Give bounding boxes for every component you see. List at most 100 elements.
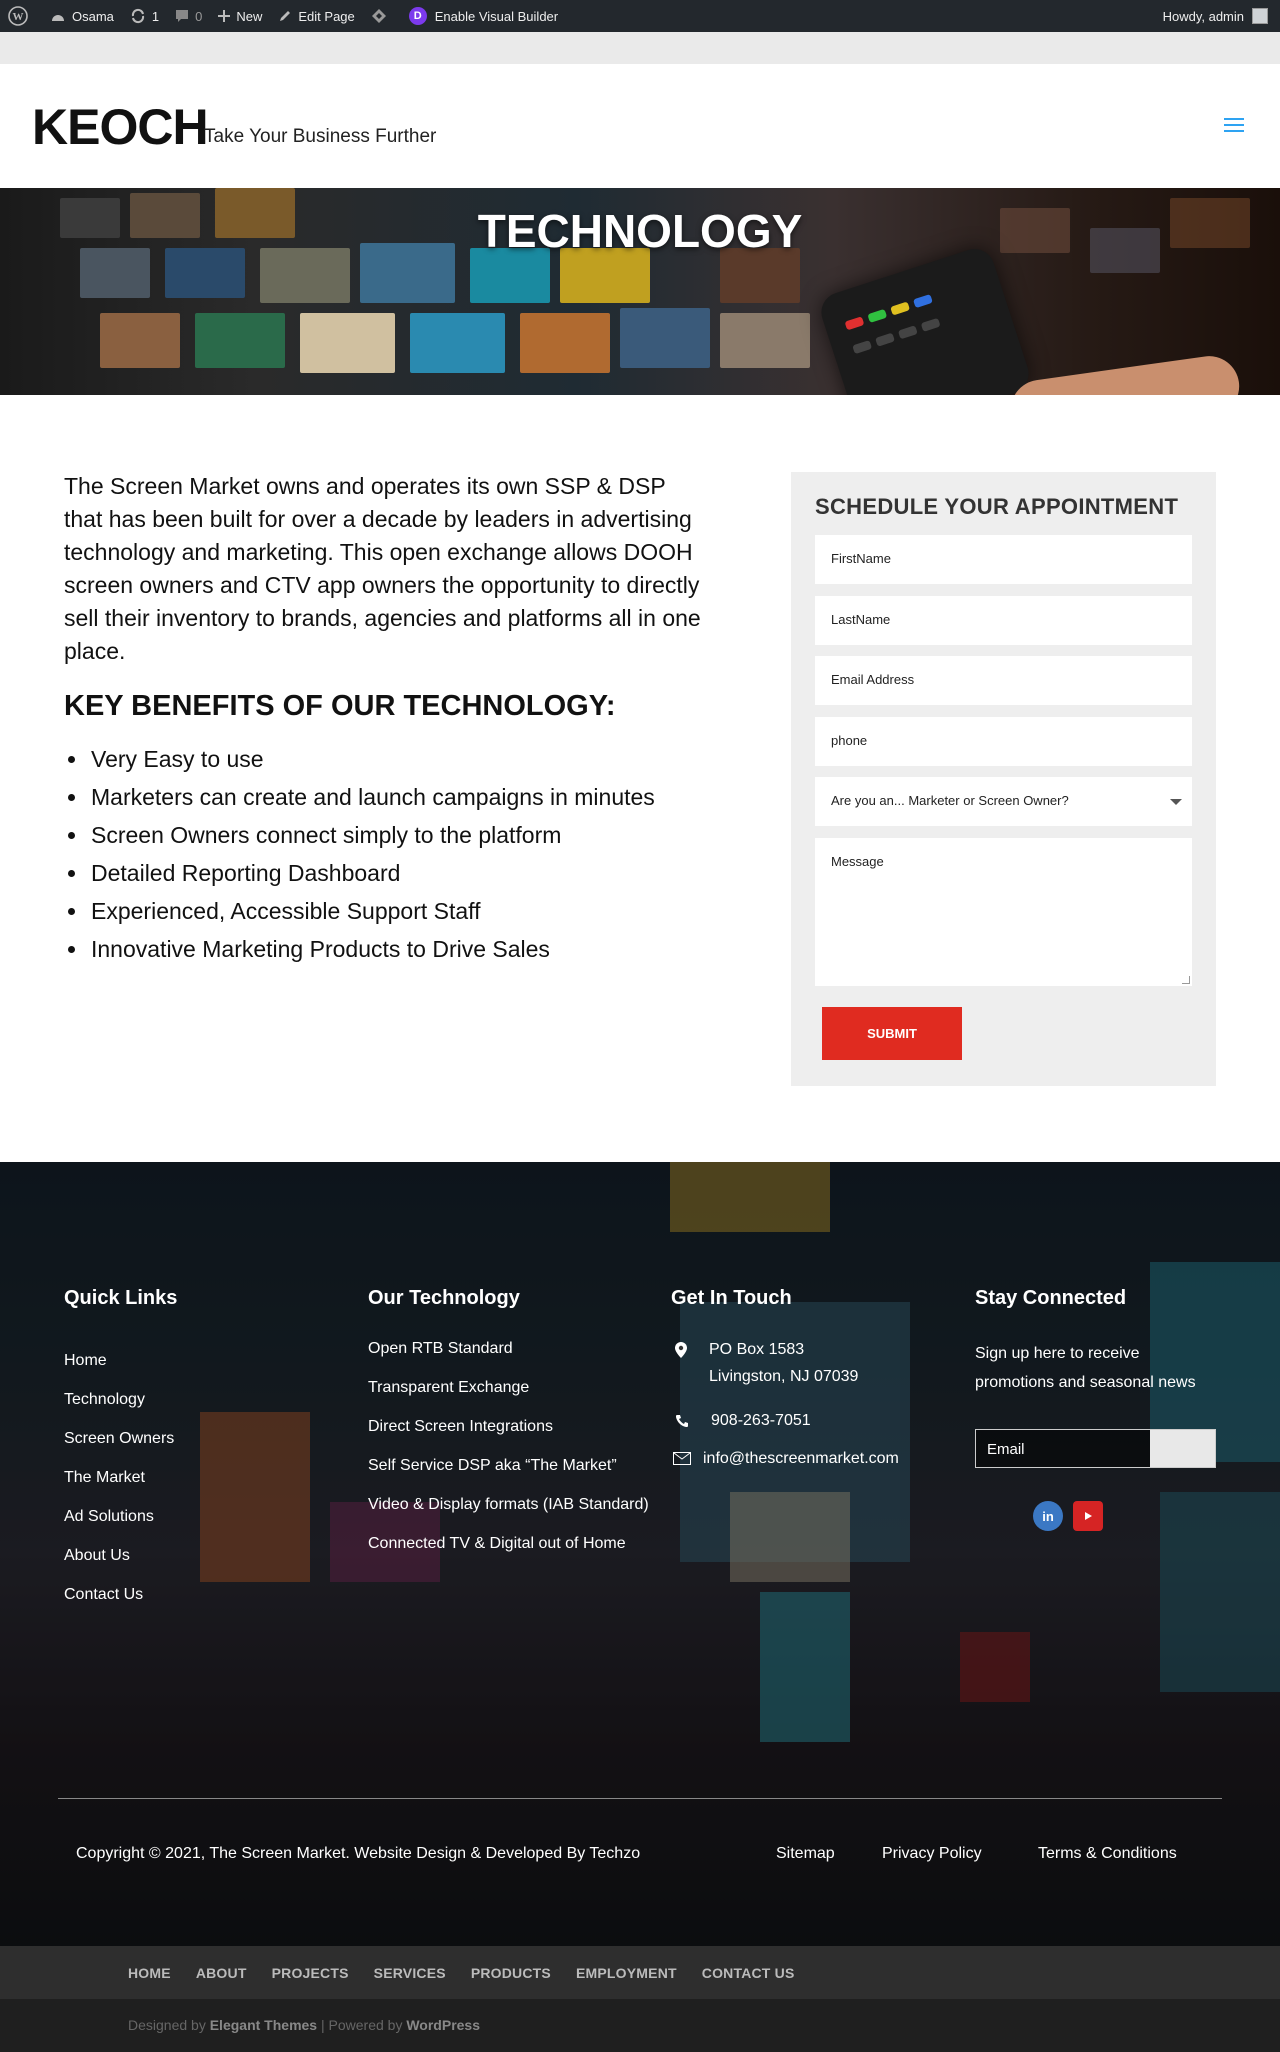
email-contact[interactable]: info@thescreenmarket.com — [673, 1450, 899, 1468]
phone-contact[interactable]: 908-263-7051 — [675, 1412, 811, 1430]
map-pin-icon — [675, 1342, 687, 1358]
greeting: Howdy, admin — [1162, 8, 1244, 24]
resize-handle-icon[interactable] — [1182, 976, 1190, 984]
refresh-icon — [131, 8, 144, 24]
email-placeholder: Email — [987, 1441, 1025, 1458]
linkedin-icon[interactable]: in — [1033, 1501, 1063, 1531]
site-header: KEOCH Take Your Business Further — [0, 64, 1280, 188]
site-name-link[interactable]: Osama — [42, 0, 122, 32]
sitemap-link[interactable]: Sitemap — [776, 1845, 835, 1863]
footer-link-self-service-dsp[interactable]: Self Service DSP aka “The Market” — [368, 1457, 617, 1475]
admin-bar: W Osama 1 0 New Edit Page D Enable Visua… — [0, 0, 1280, 32]
chevron-down-icon — [1170, 799, 1182, 805]
hero-banner: TECHNOLOGY — [0, 188, 1280, 395]
bottom-nav-products[interactable]: PRODUCTS — [471, 1965, 551, 1981]
diamond-icon — [371, 9, 386, 23]
signup-text: Sign up here to receive promotions and s… — [975, 1339, 1196, 1397]
signup-line1: Sign up here to receive — [975, 1345, 1140, 1362]
intro-paragraph: The Screen Market owns and operates its … — [64, 473, 701, 664]
benefits-list: Very Easy to use Marketers can create an… — [64, 740, 664, 968]
first-name-field[interactable]: FirstName — [815, 535, 1192, 584]
phone-number: 908-263-7051 — [711, 1412, 811, 1429]
site-name: Osama — [72, 8, 114, 24]
quick-links-title: Quick Links — [64, 1287, 178, 1309]
comments-count: 0 — [195, 8, 203, 24]
theme-credits: Designed by Elegant Themes | Powered by … — [0, 1999, 1280, 2052]
phone-field[interactable]: phone — [815, 717, 1192, 766]
new-label: New — [236, 8, 263, 24]
footer-link-video-display[interactable]: Video & Display formats (IAB Standard) — [368, 1496, 649, 1514]
bottom-nav-home[interactable]: HOME — [128, 1965, 171, 1981]
footer-link-technology[interactable]: Technology — [64, 1391, 145, 1409]
new-content-link[interactable]: New — [210, 0, 270, 32]
bottom-nav-services[interactable]: SERVICES — [374, 1965, 446, 1981]
message-placeholder: Message — [831, 854, 884, 869]
role-select-value: Are you an... Marketer or Screen Owner? — [831, 793, 1069, 808]
designed-by: Designed by — [128, 2017, 206, 2033]
privacy-policy-link[interactable]: Privacy Policy — [882, 1845, 982, 1863]
wordpress-logo-icon[interactable]: W — [0, 0, 42, 32]
diamond-menu[interactable] — [363, 0, 401, 32]
account-menu[interactable]: Howdy, admin — [1163, 8, 1280, 24]
list-item: Very Easy to use — [64, 740, 664, 778]
address-line1: PO Box 1583 — [709, 1341, 805, 1358]
updates-count: 1 — [151, 8, 160, 24]
email-field[interactable]: Email Address — [815, 656, 1192, 705]
updates-link[interactable]: 1 — [122, 0, 167, 32]
newsletter-email-input[interactable]: Email — [975, 1429, 1216, 1468]
list-item: Marketers can create and launch campaign… — [64, 778, 664, 816]
bottom-nav-contact-us[interactable]: CONTACT US — [702, 1965, 795, 1981]
wordpress-link[interactable]: WordPress — [406, 2017, 480, 2033]
copyright: Copyright © 2021, The Screen Market. Web… — [76, 1845, 641, 1862]
divi-icon: D — [408, 7, 427, 25]
menu-icon[interactable] — [1224, 118, 1244, 133]
visual-builder-link[interactable]: D Enable Visual Builder — [401, 0, 566, 32]
footer-link-screen-owners[interactable]: Screen Owners — [64, 1430, 174, 1448]
footer-divider — [58, 1798, 1222, 1799]
bottom-nav-projects[interactable]: PROJECTS — [272, 1965, 349, 1981]
plus-icon — [218, 10, 231, 22]
address-line2: Livingston, NJ 07039 — [709, 1368, 859, 1385]
list-item: Experienced, Accessible Support Staff — [64, 892, 664, 930]
technology-title: Our Technology — [368, 1287, 520, 1309]
list-item: Detailed Reporting Dashboard — [64, 854, 664, 892]
page-title: TECHNOLOGY — [477, 205, 803, 257]
remote-control-image — [816, 243, 1034, 395]
bottom-nav-about[interactable]: ABOUT — [196, 1965, 247, 1981]
footer-link-contact-us[interactable]: Contact Us — [64, 1586, 143, 1604]
stay-connected-title: Stay Connected — [975, 1287, 1127, 1309]
email-address: info@thescreenmarket.com — [703, 1450, 899, 1467]
footer-link-connected-tv[interactable]: Connected TV & Digital out of Home — [368, 1535, 626, 1553]
terms-link[interactable]: Terms & Conditions — [1038, 1845, 1177, 1863]
youtube-icon[interactable] — [1073, 1501, 1103, 1531]
footer-link-transparent-exchange[interactable]: Transparent Exchange — [368, 1379, 529, 1397]
footer-link-home[interactable]: Home — [64, 1352, 107, 1370]
list-item: Innovative Marketing Products to Drive S… — [64, 930, 664, 968]
footer-link-about-us[interactable]: About Us — [64, 1547, 130, 1565]
submit-button[interactable]: SUBMIT — [822, 1007, 962, 1060]
edit-page-link[interactable]: Edit Page — [270, 0, 362, 32]
elegant-themes-link[interactable]: Elegant Themes — [210, 2017, 317, 2033]
visual-builder-label: Enable Visual Builder — [434, 8, 559, 24]
role-select[interactable]: Are you an... Marketer or Screen Owner? — [815, 777, 1192, 826]
comments-link[interactable]: 0 — [167, 0, 210, 32]
footer-link-open-rtb[interactable]: Open RTB Standard — [368, 1340, 513, 1358]
footer-link-the-market[interactable]: The Market — [64, 1469, 145, 1487]
site-tagline: Take Your Business Further — [204, 126, 437, 147]
top-spacer — [0, 32, 1280, 64]
benefits-heading: KEY BENEFITS OF OUR TECHNOLOGY: — [64, 690, 616, 722]
bottom-nav-employment[interactable]: EMPLOYMENT — [576, 1965, 677, 1981]
footer-link-ad-solutions[interactable]: Ad Solutions — [64, 1508, 154, 1526]
avatar — [1252, 8, 1268, 24]
powered-by: | Powered by — [320, 2017, 403, 2033]
footer-link-direct-screen[interactable]: Direct Screen Integrations — [368, 1418, 553, 1436]
site-footer: Quick Links Home Technology Screen Owner… — [0, 1162, 1280, 1946]
newsletter-submit-button[interactable] — [1150, 1430, 1215, 1467]
hand-image — [1006, 352, 1244, 395]
signup-line2: promotions and seasonal news — [975, 1374, 1196, 1391]
comment-icon — [176, 10, 189, 22]
dashboard-icon — [52, 15, 64, 21]
last-name-field[interactable]: LastName — [815, 596, 1192, 645]
site-logo[interactable]: KEOCH — [32, 98, 209, 156]
message-field[interactable]: Message — [815, 838, 1192, 986]
